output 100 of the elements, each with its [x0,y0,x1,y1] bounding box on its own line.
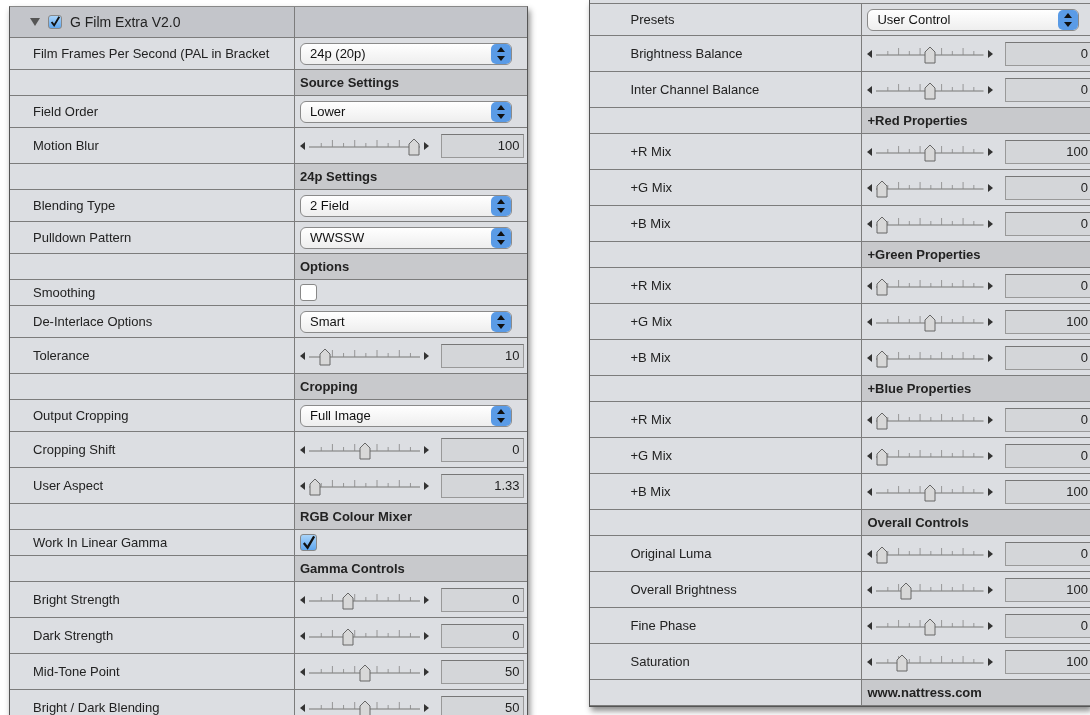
value-field[interactable]: 0 [1005,443,1090,468]
slider-thumb[interactable] [924,617,937,636]
popup-button[interactable]: Smart [300,310,512,333]
value-field[interactable]: 100 [1005,309,1090,334]
right-arrow-icon[interactable] [988,353,993,362]
left-arrow-icon[interactable] [867,219,873,228]
slider-thumb[interactable] [876,215,889,234]
value-field[interactable]: 50 [441,695,525,715]
value-field[interactable]: 0 [1005,41,1090,66]
value-field[interactable]: 50 [441,659,525,684]
slider-thumb[interactable] [876,447,889,466]
right-arrow-icon[interactable] [988,281,993,290]
left-arrow-icon[interactable] [867,549,873,558]
value-field[interactable]: 0 [1005,175,1090,200]
popup-button[interactable]: 24p (20p) [300,42,512,65]
value-field[interactable]: 100 [1005,577,1090,602]
right-arrow-icon[interactable] [988,49,993,58]
left-arrow-icon[interactable] [300,667,305,676]
right-arrow-icon[interactable] [988,85,993,94]
value-field[interactable]: 0 [441,587,525,612]
left-arrow-icon[interactable] [300,445,305,454]
slider-thumb[interactable] [924,313,937,332]
slider-thumb[interactable] [924,81,937,100]
popup-button[interactable]: Full Image [300,404,512,427]
right-arrow-icon[interactable] [988,621,993,630]
value-field[interactable]: 0 [1005,407,1090,432]
slider-thumb[interactable] [876,349,889,368]
value-field[interactable]: 100 [1005,479,1090,504]
popup-button[interactable]: Lower [300,100,512,123]
right-arrow-icon[interactable] [424,445,430,454]
left-arrow-icon[interactable] [867,415,873,424]
value-field[interactable]: 100 [441,133,525,158]
value-field[interactable]: 0 [1005,613,1090,638]
right-arrow-icon[interactable] [424,703,430,712]
slider-thumb[interactable] [358,699,371,715]
slider-thumb[interactable] [358,441,371,460]
right-arrow-icon[interactable] [424,481,430,490]
right-arrow-icon[interactable] [988,487,993,496]
right-arrow-icon[interactable] [988,183,993,192]
slider-thumb[interactable] [408,137,421,156]
left-arrow-icon[interactable] [867,451,873,460]
left-arrow-icon[interactable] [300,351,305,360]
right-arrow-icon[interactable] [988,549,993,558]
left-arrow-icon[interactable] [867,281,873,290]
slider-thumb[interactable] [341,591,354,610]
right-arrow-icon[interactable] [424,351,430,360]
value-field[interactable]: 100 [1005,649,1090,674]
popup-button[interactable]: WWSSW [300,226,512,249]
left-arrow-icon[interactable] [867,49,873,58]
slider-thumb[interactable] [924,143,937,162]
popup-button[interactable]: User Control [867,8,1080,31]
left-arrow-icon[interactable] [867,487,873,496]
slider-thumb[interactable] [900,581,913,600]
slider-thumb[interactable] [341,627,354,646]
right-arrow-icon[interactable] [988,451,993,460]
slider-thumb[interactable] [924,483,937,502]
checkbox[interactable] [48,15,62,29]
slider-thumb[interactable] [895,653,908,672]
right-arrow-icon[interactable] [988,147,993,156]
left-arrow-icon[interactable] [867,353,873,362]
disclosure-triangle-icon[interactable] [30,17,40,27]
right-arrow-icon[interactable] [424,595,430,604]
checkbox[interactable] [300,284,317,301]
value-field[interactable]: 1.33 [441,473,525,498]
right-arrow-icon[interactable] [424,667,430,676]
left-arrow-icon[interactable] [300,141,305,150]
checkbox[interactable] [300,534,317,551]
slider-thumb[interactable] [924,45,937,64]
right-arrow-icon[interactable] [424,631,430,640]
left-arrow-icon[interactable] [300,703,305,712]
slider-thumb[interactable] [876,179,889,198]
value-field[interactable]: 0 [1005,345,1090,370]
left-arrow-icon[interactable] [300,631,305,640]
value-field[interactable]: 0 [1005,77,1090,102]
right-arrow-icon[interactable] [988,317,993,326]
value-field[interactable]: 100 [1005,139,1090,164]
left-arrow-icon[interactable] [867,317,873,326]
left-arrow-icon[interactable] [867,147,873,156]
value-field[interactable]: 0 [441,623,525,648]
popup-button[interactable]: 2 Field [300,194,512,217]
left-arrow-icon[interactable] [867,85,873,94]
left-arrow-icon[interactable] [300,595,305,604]
slider-thumb[interactable] [876,277,889,296]
slider-thumb[interactable] [876,545,889,564]
value-field[interactable]: 0 [1005,541,1090,566]
value-field[interactable]: 0 [441,437,525,462]
slider-thumb[interactable] [309,477,321,496]
left-arrow-icon[interactable] [867,657,873,666]
right-arrow-icon[interactable] [424,141,430,150]
right-arrow-icon[interactable] [988,657,993,666]
slider-thumb[interactable] [876,411,889,430]
right-arrow-icon[interactable] [988,585,993,594]
left-arrow-icon[interactable] [300,481,305,490]
value-field[interactable]: 10 [441,343,525,368]
right-arrow-icon[interactable] [988,219,993,228]
value-field[interactable]: 0 [1005,211,1090,236]
right-arrow-icon[interactable] [988,415,993,424]
left-arrow-icon[interactable] [867,585,873,594]
slider-thumb[interactable] [318,347,331,366]
slider-thumb[interactable] [358,663,371,682]
